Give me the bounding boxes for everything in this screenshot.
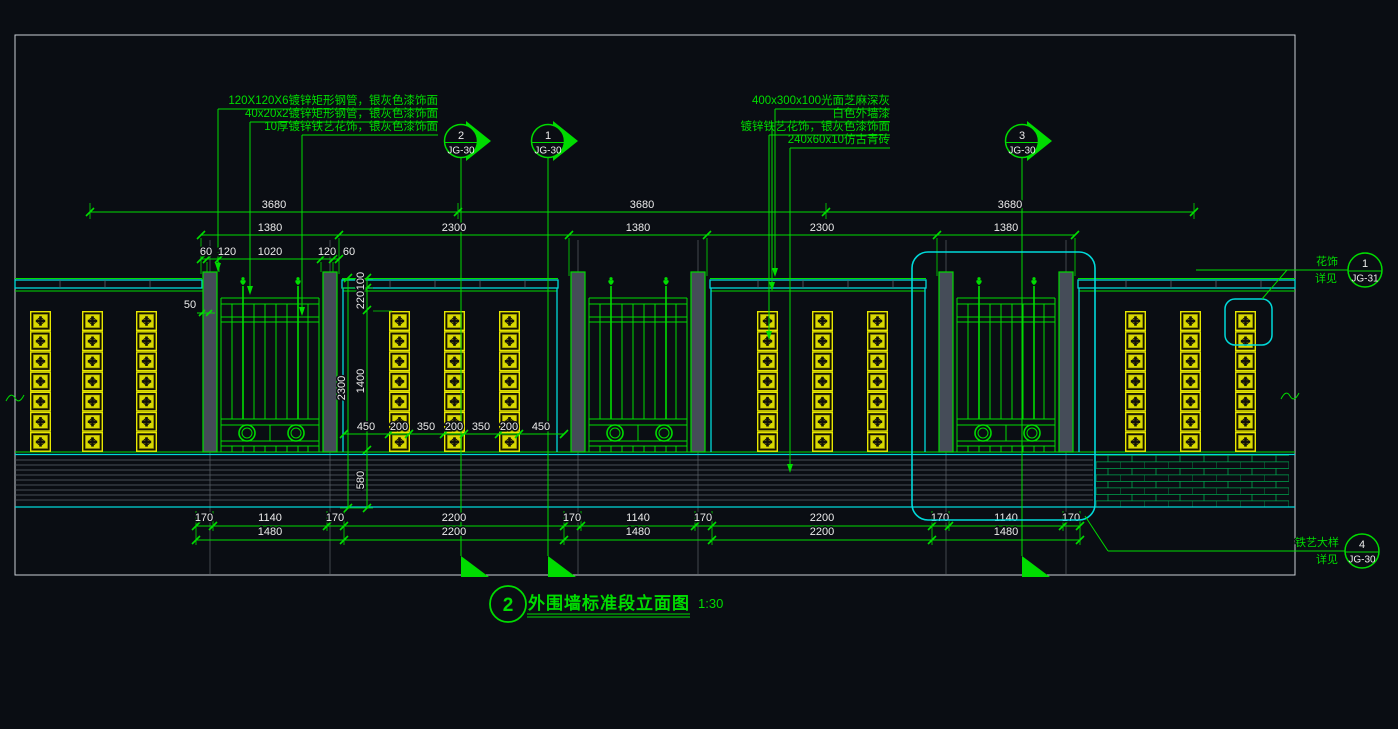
callout-see: 详见 xyxy=(1315,271,1337,285)
dim: 2200 xyxy=(442,512,466,524)
fence-modules xyxy=(203,272,1073,452)
plinth-base xyxy=(15,452,1295,507)
callout-sheet: JG-30 xyxy=(1348,555,1376,566)
dim: 50 xyxy=(184,299,196,311)
annotation-text: 镀锌铁艺花饰，银灰色漆饰面 xyxy=(741,119,891,133)
dim: 2200 xyxy=(810,512,834,524)
dim: 3680 xyxy=(998,199,1022,211)
dim: 350 xyxy=(417,421,435,433)
dim: 60 xyxy=(343,246,355,258)
dim: 3680 xyxy=(630,199,654,211)
dim: 220 xyxy=(355,291,367,309)
cad-canvas[interactable]: 2 JG-30 1 JG-30 3 JG-30 120X120X6镀锌矩形钢管，… xyxy=(0,0,1398,729)
dim: 2300 xyxy=(442,222,466,234)
dim: 350 xyxy=(472,421,490,433)
dim: 2300 xyxy=(336,376,348,400)
section-lines xyxy=(461,157,1050,577)
dim: 580 xyxy=(355,471,367,489)
callout-sheet: JG-31 xyxy=(1351,274,1379,285)
right-break-mark xyxy=(1281,393,1299,399)
annotation-text: 240x60x10仿古青砖 xyxy=(788,132,891,146)
drawing-title: 外围墙标准段立面图 xyxy=(528,593,690,613)
dim: 1140 xyxy=(258,512,282,524)
dim: 120 xyxy=(218,246,236,258)
callout-number: 4 xyxy=(1359,539,1365,551)
drawing-scale: 1:30 xyxy=(698,596,723,611)
dim: 1020 xyxy=(258,246,282,258)
dim: 1480 xyxy=(994,526,1018,538)
annotation-text: 120X120X6镀锌矩形钢管，银灰色漆饰面 xyxy=(228,93,438,107)
title-block: 2 外围墙标准段立面图 1:30 xyxy=(490,586,723,622)
callout-see: 详见 xyxy=(1316,552,1338,566)
marker-number: 3 xyxy=(1019,130,1025,142)
section-marker-2: 2 JG-30 xyxy=(445,121,492,161)
annotation-text: 400x300x100光面芝麻深灰 xyxy=(752,93,890,107)
dim: 1140 xyxy=(626,512,650,524)
marker-sheet: JG-30 xyxy=(534,146,562,157)
dim: 170 xyxy=(195,512,213,524)
dim: 3680 xyxy=(262,199,286,211)
marker-number: 1 xyxy=(545,130,551,142)
title-number: 2 xyxy=(503,595,514,616)
dim: 200 xyxy=(390,421,408,433)
dim: 170 xyxy=(931,512,949,524)
marker-number: 2 xyxy=(458,130,464,142)
dim: 170 xyxy=(1062,512,1080,524)
callout-label: 花饰 xyxy=(1316,254,1338,268)
dim: 1480 xyxy=(626,526,650,538)
dim: 60 xyxy=(200,246,212,258)
brick-hatch xyxy=(1096,455,1289,507)
dimensions-bottom: 170 1140 170 2200 170 1140 170 2200 170 … xyxy=(192,511,1084,545)
dim: 1380 xyxy=(258,222,282,234)
dim: 1400 xyxy=(355,369,367,393)
callout-ironwork: 铁艺大样 详见 4 JG-30 xyxy=(1085,516,1379,568)
dim: 1380 xyxy=(626,222,650,234)
elevation-drawing-svg: 2 JG-30 1 JG-30 3 JG-30 120X120X6镀锌矩形钢管，… xyxy=(0,0,1398,729)
callout-ornament: 花饰 详见 1 JG-31 xyxy=(1196,253,1382,299)
dim: 170 xyxy=(563,512,581,524)
annotation-text: 40x20x2镀锌矩形钢管，银灰色漆饰面 xyxy=(245,106,438,120)
annotation-text: 白色外墙漆 xyxy=(833,106,891,120)
annotation-text: 10厚镀锌铁艺花饰，银灰色漆饰面 xyxy=(264,119,438,133)
dim: 100 xyxy=(355,272,367,290)
section-marker-3: 3 JG-30 xyxy=(1006,121,1053,161)
dim: 2200 xyxy=(442,526,466,538)
dim: 450 xyxy=(357,421,375,433)
dim: 1480 xyxy=(258,526,282,538)
dim: 120 xyxy=(318,246,336,258)
callout-label: 铁艺大样 xyxy=(1295,535,1339,549)
callout-number: 1 xyxy=(1362,258,1368,270)
dim: 2300 xyxy=(810,222,834,234)
dim: 170 xyxy=(326,512,344,524)
section-marker-1: 1 JG-30 xyxy=(532,121,579,161)
dim: 450 xyxy=(532,421,550,433)
dim: 200 xyxy=(500,421,518,433)
marker-sheet: JG-30 xyxy=(1008,146,1036,157)
dimensions-top: 3680 3680 3680 1380 2300 1380 2300 1380 … xyxy=(86,199,1198,276)
dim: 1140 xyxy=(994,512,1018,524)
dim: 1380 xyxy=(994,222,1018,234)
dim: 200 xyxy=(445,421,463,433)
dim: 2200 xyxy=(810,526,834,538)
marker-sheet: JG-30 xyxy=(447,146,475,157)
dim: 170 xyxy=(694,512,712,524)
